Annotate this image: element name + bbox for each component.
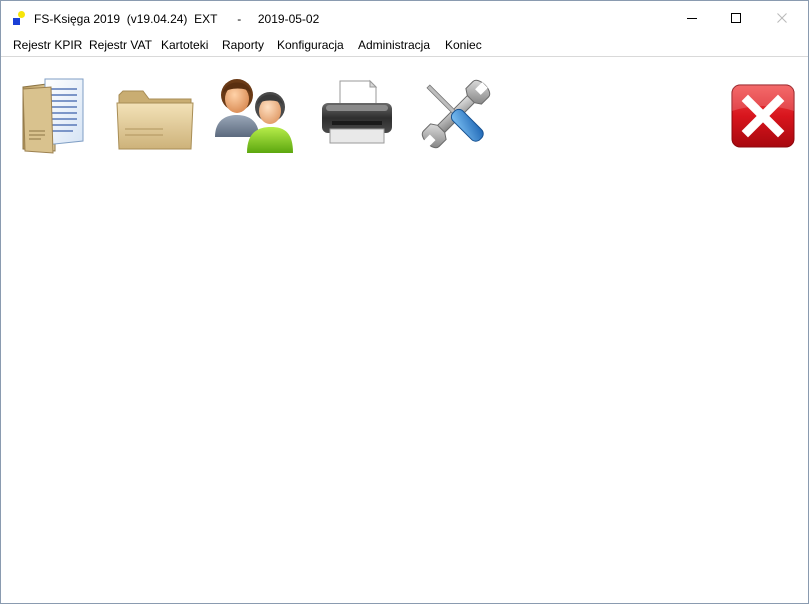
- minimize-icon: [687, 18, 697, 19]
- documents-icon: [22, 78, 84, 154]
- menu-administracja[interactable]: Administracja: [358, 38, 430, 53]
- close-button[interactable]: [759, 1, 805, 35]
- close-icon: [777, 13, 787, 23]
- window-title: FS-Księga 2019 (v19.04.24) EXT - 2019-05…: [34, 12, 320, 26]
- users-button[interactable]: [213, 73, 295, 155]
- menu-kartoteki[interactable]: Kartoteki: [161, 38, 208, 53]
- menu-raporty[interactable]: Raporty: [222, 38, 264, 53]
- menu-konfiguracja[interactable]: Konfiguracja: [277, 38, 344, 53]
- tools-icon: [421, 79, 491, 149]
- title-bar[interactable]: FS-Księga 2019 (v19.04.24) EXT - 2019-05…: [1, 1, 808, 35]
- users-icon: [215, 79, 293, 153]
- app-window: FS-Księga 2019 (v19.04.24) EXT - 2019-05…: [0, 0, 809, 604]
- folder-button[interactable]: [113, 73, 195, 155]
- tools-button[interactable]: [415, 73, 497, 155]
- maximize-button[interactable]: [713, 1, 759, 35]
- menu-rejestr-kpir[interactable]: Rejestr KPIR: [13, 38, 82, 53]
- documents-button[interactable]: [15, 73, 97, 155]
- minimize-button[interactable]: [669, 1, 715, 35]
- menu-rejestr-vat[interactable]: Rejestr VAT: [89, 38, 152, 53]
- printer-icon: [322, 79, 392, 144]
- folder-icon: [116, 90, 194, 150]
- exit-icon: [731, 84, 795, 148]
- exit-button[interactable]: [728, 81, 798, 151]
- menu-bar: Rejestr KPIR Rejestr VAT Kartoteki Rapor…: [1, 35, 808, 57]
- app-logo-icon: [13, 11, 25, 25]
- menu-koniec[interactable]: Koniec: [445, 38, 482, 53]
- maximize-icon: [731, 13, 741, 23]
- printer-button[interactable]: [316, 73, 398, 155]
